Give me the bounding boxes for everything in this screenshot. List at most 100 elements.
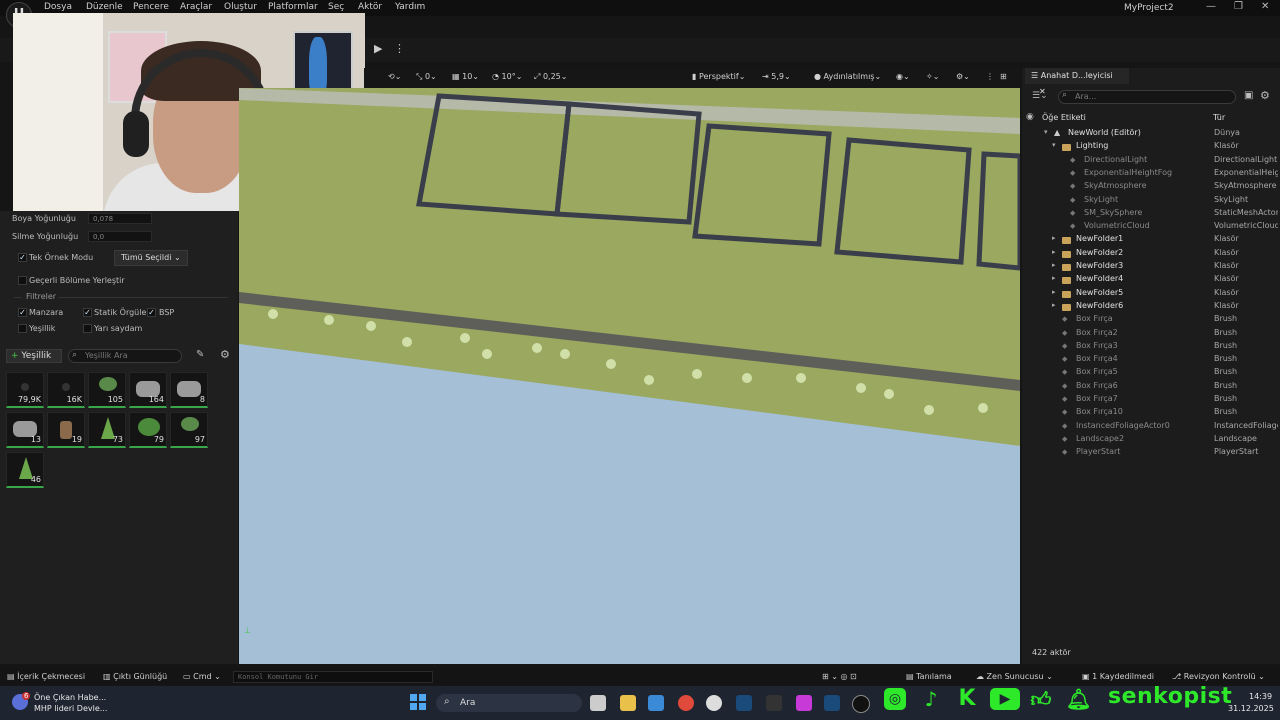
menu-item[interactable]: Düzenle [86,2,123,12]
content-drawer-button[interactable]: ▤ İçerik Çekmecesi [7,672,85,681]
single-instance-dropdown[interactable]: Tümü Seçildi ⌄ [114,250,188,266]
column-type[interactable]: Tür [1213,113,1225,122]
console-input[interactable]: Konsol Komutunu Gir [233,671,433,683]
paint-density-field[interactable]: 0,078 [88,213,152,224]
github-icon[interactable] [706,695,722,711]
task-view-icon[interactable] [590,695,606,711]
level-viewport[interactable] [239,88,1020,664]
outliner-row-label[interactable]: NewWorld (Editör) [1068,128,1141,137]
store-icon[interactable] [648,695,664,711]
outliner-row-label[interactable]: Landscape2 [1076,434,1124,443]
outliner-row-label[interactable]: NewFolder3 [1076,261,1123,270]
foliage-tile[interactable]: 164 [129,372,167,408]
outliner-search-input[interactable]: Ara... [1058,90,1236,104]
news-title[interactable]: Öne Çıkan Habe... [34,693,106,702]
tab-outliner[interactable]: ☰ Anahat D...leyicisi ✕ [1025,68,1129,96]
place-in-level-checkbox[interactable] [18,276,27,285]
menu-item[interactable]: Dosya [44,2,72,12]
outliner-row-label[interactable]: VolumetricCloud [1084,221,1150,230]
outliner-row-label[interactable]: NewFolder6 [1076,301,1123,310]
visibility-eye-icon[interactable]: ◉ [1026,112,1034,122]
unsaved-button[interactable]: ▣ 1 Kaydedilmedi [1082,672,1154,681]
outliner-row-label[interactable]: InstancedFoliageActor0 [1076,421,1170,430]
outliner-row-label[interactable]: Box Fırça4 [1076,354,1118,363]
taskbar-search[interactable] [436,694,582,712]
foliage-tile[interactable]: 13 [6,412,44,448]
expand-arrow-icon[interactable]: ▸ [1052,301,1056,309]
close-icon[interactable]: ✕ [1261,1,1269,12]
menu-item[interactable]: Aktör [358,2,382,12]
menu-item[interactable]: Seç [328,2,344,12]
cmd-dropdown[interactable]: ▭ Cmd ⌄ [183,672,221,681]
filter-checkbox-foliage[interactable] [18,324,27,333]
viewport-settings-icon[interactable]: ⚙⌄ [956,72,970,81]
expand-arrow-icon[interactable]: ▸ [1052,248,1056,256]
clock-time[interactable]: 14:39 [1249,692,1272,701]
filter-checkbox-translucent[interactable] [83,324,92,333]
foliage-tile[interactable]: 105 [88,372,126,408]
menu-item[interactable]: Pencere [133,2,169,12]
status-icons[interactable]: ⊞ ⌄ ◎ ⊡ [822,672,857,681]
expand-arrow-icon[interactable]: ▾ [1044,128,1048,136]
show-flags-icon[interactable]: ◉⌄ [896,72,910,81]
outliner-row-label[interactable]: ExponentialHeightFog [1084,168,1172,177]
chrome-icon[interactable] [678,695,694,711]
add-folder-icon[interactable]: ▣ [1244,90,1253,101]
outliner-row-label[interactable]: SM_SkySphere [1084,208,1142,217]
expand-arrow-icon[interactable]: ▸ [1052,288,1056,296]
filter-checkbox-landscape[interactable]: ✓ [18,308,27,317]
outliner-row-label[interactable]: Box Fırça [1076,314,1113,323]
outliner-row-label[interactable]: NewFolder5 [1076,288,1123,297]
outliner-row-label[interactable]: Box Fırça6 [1076,381,1118,390]
expand-arrow-icon[interactable]: ▸ [1052,261,1056,269]
windows-start-icon[interactable] [410,694,426,710]
foliage-tile[interactable]: 79 [129,412,167,448]
pencil-icon[interactable]: ✎ [196,349,204,360]
column-item-label[interactable]: Öğe Etiketi [1042,113,1086,122]
viewport-layout-icon[interactable]: ⊞ [1000,72,1007,81]
outliner-row-label[interactable]: NewFolder4 [1076,274,1123,283]
app-icon[interactable] [796,695,812,711]
foliage-search-input[interactable]: Yeşillik Ara [68,349,182,363]
outliner-row-label[interactable]: NewFolder1 [1076,234,1123,243]
foliage-tile[interactable]: 79,9K [6,372,44,408]
foliage-tile[interactable]: 8 [170,372,208,408]
menu-item[interactable]: Oluştur [224,2,257,12]
epic-games-icon[interactable] [766,695,782,711]
outliner-row-label[interactable]: SkyAtmosphere [1084,181,1147,190]
outliner-row-label[interactable]: SkyLight [1084,195,1118,204]
file-explorer-icon[interactable] [620,695,636,711]
expand-arrow-icon[interactable]: ▸ [1052,234,1056,242]
maximize-icon[interactable]: ❐ [1234,1,1243,12]
foliage-tile[interactable]: 46 [6,452,44,488]
performance-icon[interactable]: ✧⌄ [926,72,939,81]
add-foliage-button[interactable]: + Yeşillik [6,349,62,363]
foliage-tile[interactable]: 16K [47,372,85,408]
outliner-row-label[interactable]: Box Fırça5 [1076,367,1118,376]
zen-server-button[interactable]: ☁ Zen Sunucusu ⌄ [976,672,1053,681]
outliner-row-label[interactable]: Box Fırça7 [1076,394,1118,403]
steam-icon[interactable] [824,695,840,711]
single-instance-checkbox[interactable]: ✓ [18,253,27,262]
lighting-mode-dropdown[interactable]: ● Aydınlatılmış⌄ [814,72,881,81]
outliner-row-label[interactable]: PlayerStart [1076,447,1120,456]
outliner-row-label[interactable]: Box Fırça2 [1076,328,1118,337]
scale-snap-button[interactable]: ⤢ 0,25⌄ [534,72,567,82]
expand-arrow-icon[interactable]: ▸ [1052,274,1056,282]
filter-checkbox-bsp[interactable]: ✓ [147,308,156,317]
outliner-row-label[interactable]: NewFolder2 [1076,248,1123,257]
angle-snap-button[interactable]: ◔ 10°⌄ [492,72,522,81]
transform-mode-icon[interactable]: ⟲⌄ [388,72,401,81]
foliage-tile[interactable]: 19 [47,412,85,448]
filter-icon[interactable]: ☰⌄ [1032,91,1048,101]
steam-icon[interactable] [736,695,752,711]
outliner-row-label[interactable]: Box Fırça3 [1076,341,1118,350]
menu-item[interactable]: Platformlar [268,2,318,12]
outliner-row-label[interactable]: Lighting [1076,141,1108,150]
settings-icon[interactable]: ⚙ [1260,89,1270,102]
foliage-tile[interactable]: 73 [88,412,126,448]
erase-density-field[interactable]: 0,0 [88,231,152,242]
expand-arrow-icon[interactable]: ▾ [1052,141,1056,149]
more-options-icon[interactable]: ⋮ [394,42,405,55]
menu-item[interactable]: Araçlar [180,2,212,12]
